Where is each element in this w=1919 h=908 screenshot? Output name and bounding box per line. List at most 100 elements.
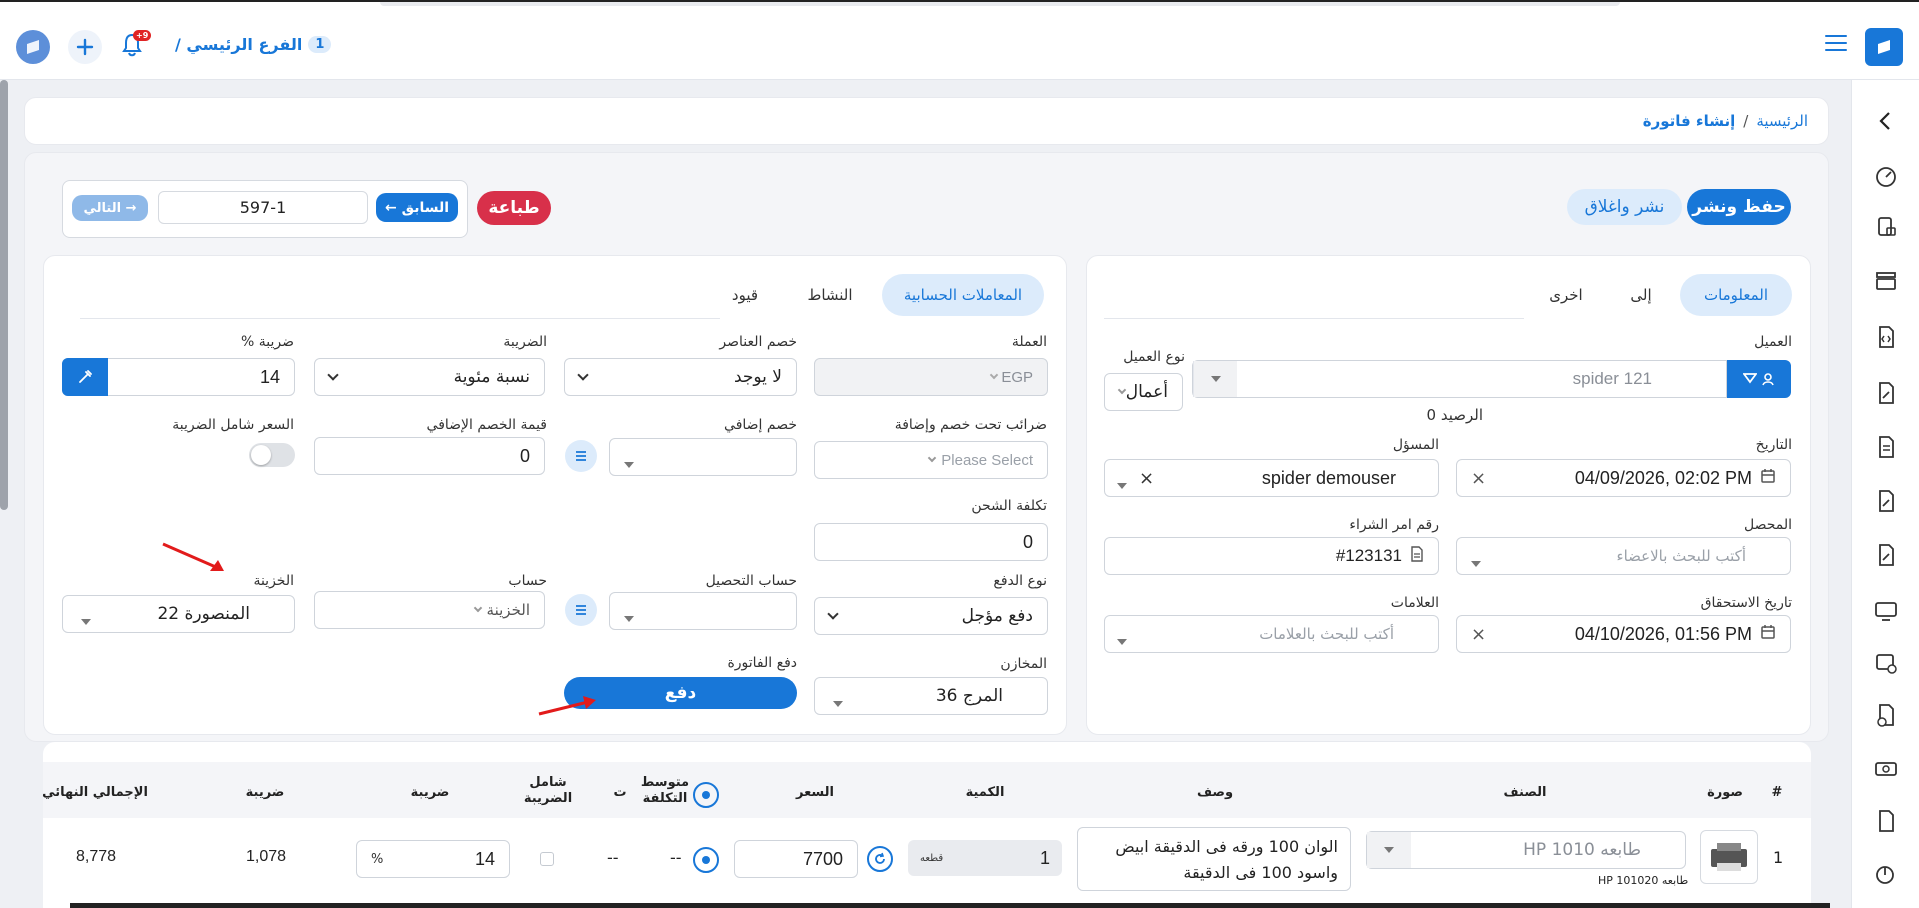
item-dropdown-icon[interactable] [1367, 832, 1411, 868]
app-logo-icon[interactable] [16, 30, 50, 64]
tax-type-label: الضريبة [503, 334, 547, 350]
col-total: الإجمالي النهائي [42, 785, 148, 800]
percent-sign: % [371, 851, 384, 867]
cash-icon[interactable] [1873, 756, 1899, 782]
save-publish-button[interactable]: حفظ ونشر [1687, 189, 1791, 225]
toggle-knob [251, 445, 271, 465]
branch-selector[interactable]: 1 الفرع الرئيسي / [175, 35, 332, 54]
collector-field[interactable]: أكتب للبحث بالاعضاء [1456, 537, 1791, 575]
tab-info[interactable]: المعلومات [1680, 274, 1792, 316]
register-icon[interactable] [1873, 268, 1899, 294]
tab-other[interactable]: اخرى [1538, 274, 1594, 316]
shipping-field[interactable]: 0 [814, 523, 1048, 561]
price-field[interactable]: 7700 [734, 840, 858, 878]
clear-due-date-icon[interactable]: × [1471, 624, 1486, 645]
add-file-icon[interactable] [1873, 702, 1899, 728]
shipping-label: تكلفة الشحن [971, 498, 1047, 514]
tab-activity[interactable]: النشاط [800, 274, 860, 316]
col-image: صورة [1707, 785, 1743, 800]
invoice-icon[interactable] [1873, 214, 1899, 240]
currency-select[interactable]: EGP [814, 358, 1048, 396]
edit-page-icon[interactable] [1873, 542, 1899, 568]
date-field[interactable]: 04/09/2026, 02:02 PM × [1456, 459, 1791, 497]
customer-dropdown-icon[interactable] [1193, 361, 1237, 397]
previous-button[interactable]: ← السابق [376, 193, 458, 222]
extra-discount-select[interactable] [609, 438, 797, 476]
col-tax-amount: ضريبة [245, 785, 285, 800]
monitor-icon[interactable] [1873, 598, 1899, 624]
collector-label: المحصل [1743, 517, 1792, 533]
dashboard-icon[interactable] [1873, 164, 1899, 190]
treasury-dropdown-icon [81, 610, 91, 630]
add-icon[interactable] [68, 30, 102, 64]
account-select[interactable]: الخزينة [314, 591, 545, 629]
tab-accounting[interactable]: المعاملات الحسابية [882, 274, 1044, 316]
tax-percent-value: 14 [259, 366, 280, 387]
col-description: وصف [1196, 785, 1234, 800]
money-file-icon[interactable] [1873, 808, 1899, 834]
clear-date-icon[interactable]: × [1471, 468, 1486, 489]
next-button[interactable]: التالي → [72, 195, 148, 221]
incl-tax-checkbox[interactable] [540, 852, 554, 866]
customer-search-button[interactable] [1727, 360, 1791, 398]
breadcrumb-bar: الرئيسية / إنشاء فاتورة [24, 97, 1829, 145]
chart-icon[interactable] [1873, 862, 1899, 888]
document-icon[interactable] [1873, 434, 1899, 460]
taxes-under-label: ضرائب تحت خصم وإضافة [894, 417, 1047, 433]
brand-logo-icon[interactable] [1865, 28, 1903, 66]
responsible-dropdown-icon[interactable] [1117, 474, 1127, 494]
customer-type-select[interactable]: أعمال [1104, 373, 1183, 411]
discount-list-button[interactable] [565, 440, 597, 472]
file-icon [1410, 545, 1424, 567]
price-value: 7700 [802, 848, 843, 869]
customer-field[interactable]: spider 121 [1192, 360, 1727, 398]
extra-discount-value-label: قيمة الخصم الإضافي [426, 417, 547, 433]
tab-to[interactable]: إلى [1618, 274, 1664, 316]
publish-close-button[interactable]: نشر واغلاق [1567, 189, 1682, 225]
edit-file-icon[interactable] [1873, 380, 1899, 406]
collection-account-select[interactable] [609, 592, 797, 630]
toggle-cost-visibility-icon[interactable] [693, 782, 719, 808]
treasury-select[interactable]: المنصورة 22 [62, 595, 295, 633]
warehouses-dropdown-icon [833, 692, 843, 712]
tax-edit-button[interactable] [62, 358, 108, 396]
price-incl-tax-toggle[interactable] [249, 443, 295, 467]
page-scrollbar[interactable] [0, 80, 8, 510]
chevron-down-icon [577, 369, 589, 381]
warehouses-value: المرج 36 [935, 686, 1003, 706]
description-textarea[interactable]: الوان 100 ورقه فى الدقيقة ابيض واسود 100… [1077, 827, 1351, 891]
po-field[interactable]: #123131 [1104, 537, 1439, 575]
breadcrumb-home[interactable]: الرئيسية [1756, 112, 1808, 130]
collapse-chevron-icon[interactable] [1873, 108, 1899, 134]
taxes-under-select[interactable]: Please Select [814, 441, 1048, 479]
tax-type-select[interactable]: نسبة مئوية [314, 358, 545, 396]
item-discount-select[interactable]: لا يوجد [564, 358, 797, 396]
edit-document-icon[interactable] [1873, 488, 1899, 514]
printer-icon [1711, 843, 1747, 871]
extra-discount-value-field[interactable]: 0 [314, 437, 545, 475]
print-button[interactable]: طباعة [477, 191, 551, 225]
warehouses-select[interactable]: المرج 36 [814, 677, 1048, 715]
col-quantity: الكمية [965, 785, 1005, 800]
row-tax-field[interactable]: 14 % [356, 840, 510, 878]
view-cost-icon[interactable] [693, 847, 719, 873]
account-list-button[interactable] [565, 594, 597, 626]
quantity-field[interactable]: 1 قطعه [908, 840, 1062, 876]
due-date-field[interactable]: 04/10/2026, 01:56 PM × [1456, 615, 1791, 653]
tab-entries[interactable]: قيود [722, 274, 768, 316]
code-file-icon[interactable] [1873, 324, 1899, 350]
tags-field[interactable]: أكتب للبحث بالعلامات [1104, 615, 1439, 653]
responsible-field[interactable]: spider demouser × [1104, 459, 1439, 497]
refresh-price-icon[interactable] [867, 846, 893, 872]
invoice-number-field[interactable]: 597-1 [158, 191, 368, 224]
item-select[interactable]: طابعه HP 1010 [1366, 831, 1686, 869]
bell-icon[interactable]: +9 [120, 30, 152, 62]
payment-type-select[interactable]: دفع مؤجل [814, 597, 1048, 635]
menu-icon[interactable] [1825, 35, 1847, 51]
accounting-card [43, 255, 1067, 735]
clear-responsible-icon[interactable]: × [1139, 468, 1154, 489]
add-image-icon[interactable] [1873, 650, 1899, 676]
taxes-under-placeholder: Please Select [941, 451, 1033, 469]
row-tax-amount: 1,078 [246, 848, 287, 865]
branch-label: الفرع الرئيسي / [175, 35, 303, 54]
